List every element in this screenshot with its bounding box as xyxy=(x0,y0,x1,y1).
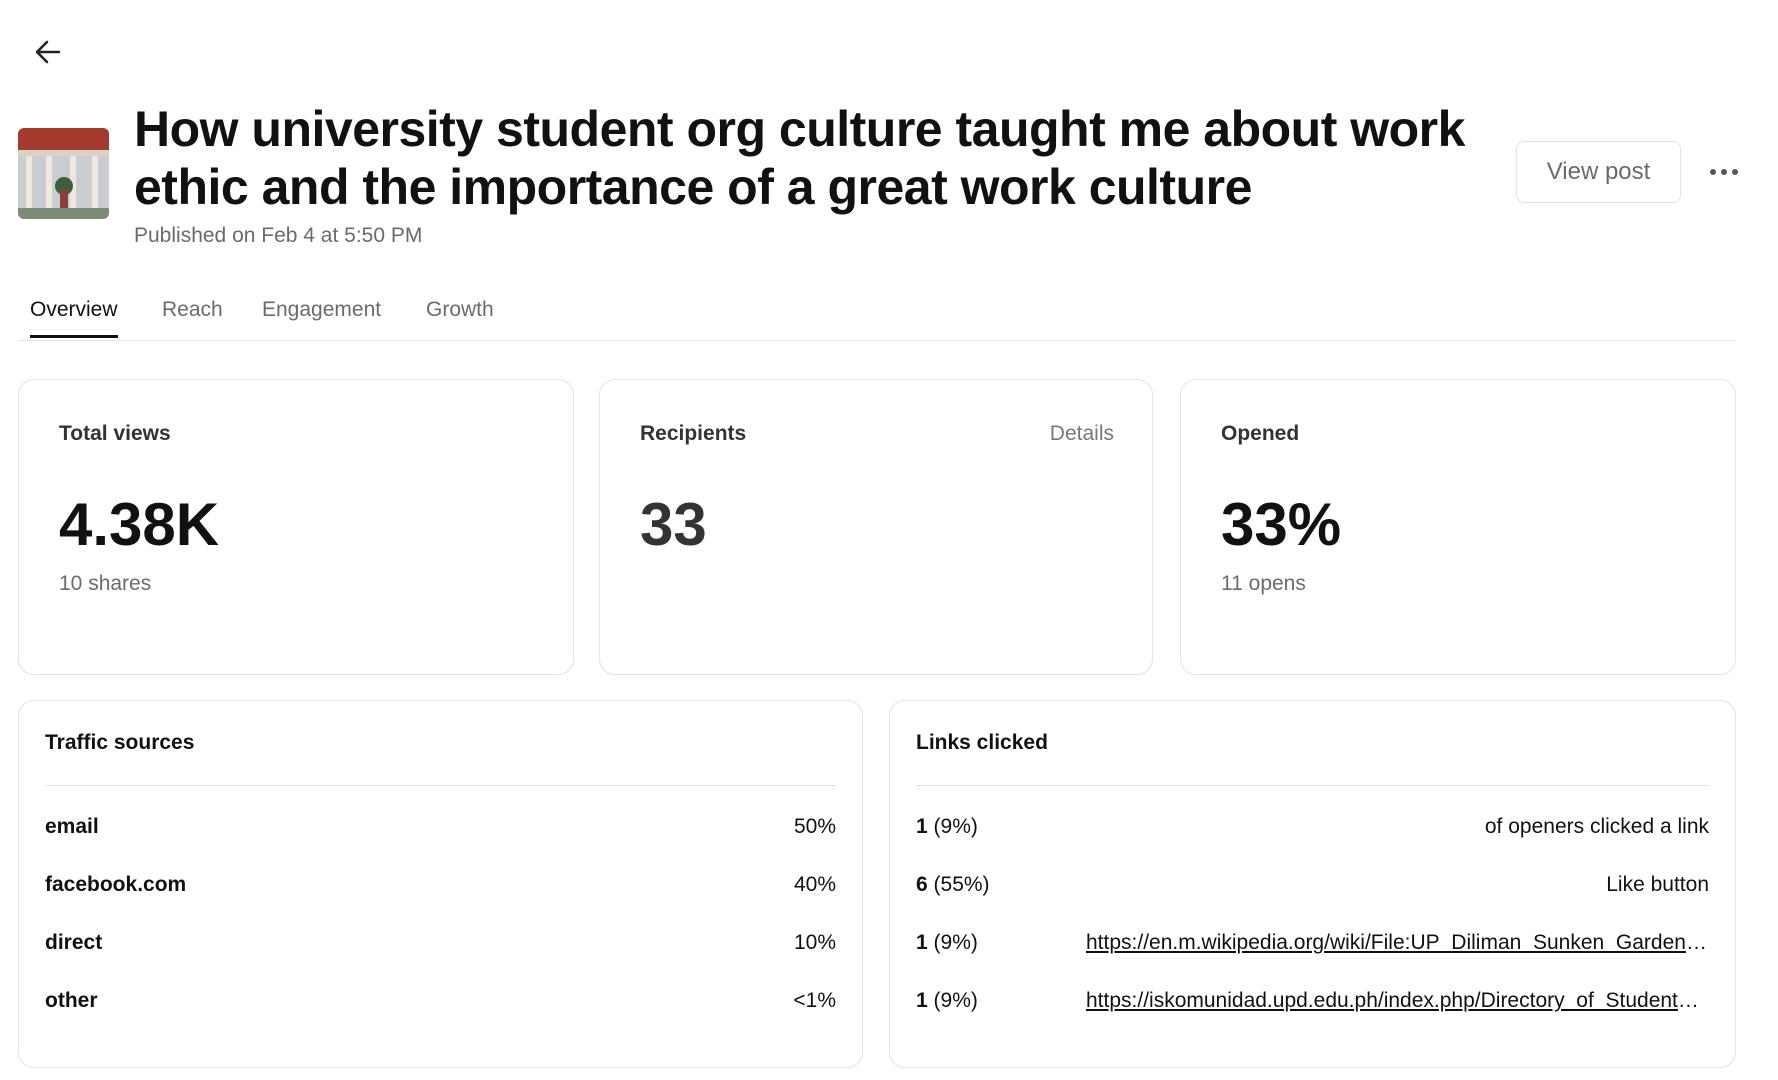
traffic-source: email xyxy=(45,815,99,838)
links-clicked-title: Links clicked xyxy=(916,731,1048,754)
traffic-row: facebook.com 40% xyxy=(45,870,836,900)
page-title: How university student org culture taugh… xyxy=(134,101,1465,215)
traffic-source: other xyxy=(45,989,98,1012)
link-count: 1 (9%) xyxy=(916,815,978,838)
traffic-sources-panel: Traffic sources email 50% facebook.com 4… xyxy=(18,700,863,1068)
recipients-label: Recipients xyxy=(640,422,747,445)
opened-value: 33% xyxy=(1221,491,1342,558)
arrow-left-icon xyxy=(35,40,61,64)
link-url[interactable]: https://iskomunidad.upd.edu.ph/index.php… xyxy=(1086,989,1709,1013)
post-thumbnail xyxy=(18,128,109,219)
total-views-value: 4.38K xyxy=(59,491,220,558)
tab-overview[interactable]: Overview xyxy=(30,298,118,338)
published-date: Published on Feb 4 at 5:50 PM xyxy=(134,224,423,247)
ellipsis-icon xyxy=(1710,169,1738,175)
divider xyxy=(916,785,1709,786)
traffic-percent: <1% xyxy=(793,989,836,1012)
traffic-percent: 50% xyxy=(793,815,836,838)
link-count: 6 (55%) xyxy=(916,873,990,896)
total-views-card: Total views 4.38K 10 shares xyxy=(18,379,574,675)
link-row: 1 (9%) https://en.m.wikipedia.org/wiki/F… xyxy=(916,928,1709,958)
tab-reach[interactable]: Reach xyxy=(162,298,223,335)
traffic-source: facebook.com xyxy=(45,873,187,896)
traffic-row: other <1% xyxy=(45,986,836,1016)
shares-count: 10 shares xyxy=(59,572,152,595)
traffic-sources-title: Traffic sources xyxy=(45,731,195,754)
traffic-percent: 40% xyxy=(793,873,836,896)
traffic-percent: 10% xyxy=(793,931,836,954)
link-row: 1 (9%) of openers clicked a link xyxy=(916,812,1709,842)
link-target: of openers clicked a link xyxy=(1484,815,1709,838)
total-views-label: Total views xyxy=(59,422,171,445)
opens-count: 11 opens xyxy=(1221,572,1306,595)
link-row: 6 (55%) Like button xyxy=(916,870,1709,900)
links-clicked-panel: Links clicked 1 (9%) of openers clicked … xyxy=(889,700,1736,1068)
link-target: Like button xyxy=(1606,873,1709,896)
details-link[interactable]: Details xyxy=(1050,422,1114,446)
traffic-row: direct 10% xyxy=(45,928,836,958)
opened-label: Opened xyxy=(1221,422,1300,445)
back-button[interactable] xyxy=(26,30,70,74)
opened-card: Opened 33% 11 opens xyxy=(1180,379,1736,675)
traffic-source: direct xyxy=(45,931,103,954)
traffic-row: email 50% xyxy=(45,812,836,842)
recipients-card: Recipients Details 33 xyxy=(599,379,1153,675)
view-post-button[interactable]: View post xyxy=(1516,141,1681,203)
tab-growth[interactable]: Growth xyxy=(426,298,494,335)
divider xyxy=(45,785,836,786)
tab-bar: Overview Reach Engagement Growth xyxy=(18,290,1736,341)
recipients-value: 33 xyxy=(640,491,707,558)
link-count: 1 (9%) xyxy=(916,989,978,1012)
link-url[interactable]: https://en.m.wikipedia.org/wiki/File:UP_… xyxy=(1086,931,1709,955)
link-count: 1 (9%) xyxy=(916,931,978,954)
more-options-button[interactable] xyxy=(1702,152,1746,192)
link-row: 1 (9%) https://iskomunidad.upd.edu.ph/in… xyxy=(916,986,1709,1016)
tab-engagement[interactable]: Engagement xyxy=(262,298,381,335)
post-header: How university student org culture taugh… xyxy=(18,100,1758,260)
